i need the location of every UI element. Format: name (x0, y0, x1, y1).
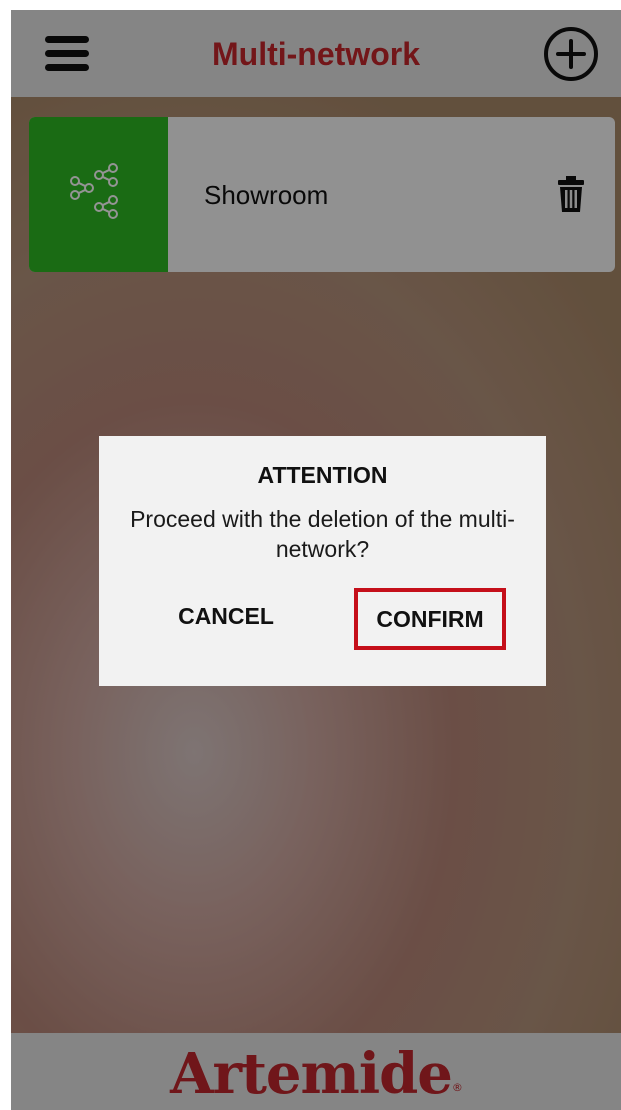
app-screen: Multi-network Showroom Artemide® ATTENTI… (11, 10, 621, 1110)
cancel-button[interactable]: CANCEL (156, 596, 296, 636)
dialog-title: ATTENTION (257, 462, 388, 488)
delete-confirm-dialog: ATTENTION Proceed with the deletion of t… (99, 436, 546, 686)
confirm-button[interactable]: CONFIRM (354, 588, 506, 650)
dialog-message: Proceed with the deletion of the multi-n… (130, 506, 515, 562)
